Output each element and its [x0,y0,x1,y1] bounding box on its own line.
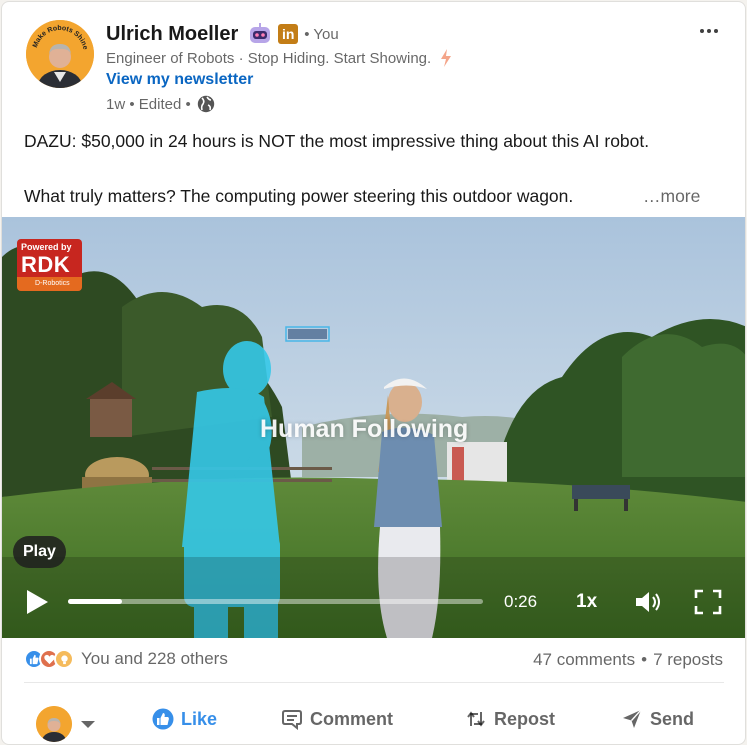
repost-label: Repost [494,708,556,729]
send-button[interactable]: Send [621,708,694,730]
more-options-icon[interactable] [694,16,724,46]
feed-post-card: Make Robots Shine Ulrich Moeller in • Yo… [1,1,746,745]
comment-button[interactable]: Comment [281,708,393,730]
caret-down-icon[interactable] [80,717,96,728]
globe-icon [197,95,215,113]
play-tooltip: Play [13,536,66,568]
linkedin-badge-icon: in [278,24,299,44]
play-icon[interactable] [24,588,50,616]
author-headline: Engineer of Robots · Stop Hiding. Start … [106,49,453,67]
comment-icon [282,710,302,730]
fullscreen-icon[interactable] [694,589,722,615]
bolt-icon [439,49,453,67]
post-action-bar: Like Comment Repost Send [2,698,745,744]
you-label: • You [304,25,339,43]
thumbs-up-icon [152,708,174,730]
repost-icon [467,711,485,727]
rdk-brand: RDK [21,252,71,277]
reactions-label[interactable]: You and 228 others [81,649,228,669]
reactions-summary[interactable]: You and 228 others [24,649,228,669]
engagement-counts: 47 comments • 7 reposts [533,650,723,670]
reposts-count[interactable]: 7 reposts [653,650,723,670]
rdk-logo-badge: Powered by RDK D-Robotics [17,239,82,291]
counts-separator: • [641,650,648,669]
insightful-reaction-icon [54,649,74,669]
rdk-subtitle: D-Robotics [17,277,82,291]
post-meta: 1w • Edited • [106,95,215,113]
author-name-row: Ulrich Moeller in • You [106,20,339,48]
post-text-line1: DAZU: $50,000 in 24 hours is NOT the mos… [24,131,650,151]
see-more-link[interactable]: …more [643,183,700,209]
like-button[interactable]: Like [152,708,217,730]
divider [24,682,724,683]
send-icon [623,709,642,728]
comment-label: Comment [310,708,394,729]
author-avatar[interactable]: Make Robots Shine [26,20,94,88]
headline-text: Engineer of Robots · Stop Hiding. Start … [106,49,432,67]
author-name[interactable]: Ulrich Moeller [106,23,238,46]
video-caption-overlay: Human Following [260,415,469,443]
view-newsletter-link[interactable]: View my newsletter [106,71,253,89]
video-progress-bar[interactable] [68,599,483,604]
volume-icon[interactable] [634,589,664,615]
robot-badge-icon [248,22,272,46]
playback-speed-button[interactable]: 1x [576,591,597,613]
post-text-line2: What truly matters? The computing power … [24,186,574,206]
repost-button[interactable]: Repost [465,708,555,730]
send-label: Send [650,708,695,729]
post-meta-text: 1w • Edited • [106,95,191,113]
video-player[interactable]: Powered by RDK D-Robotics Human Followin… [2,217,745,638]
comments-count[interactable]: 47 comments [533,650,635,670]
reaction-actor-avatar[interactable] [36,706,72,742]
rdk-powered-by: Powered by [21,242,72,252]
video-progress-fill [68,599,122,604]
like-label: Like [181,708,218,729]
video-time: 0:26 [504,592,538,611]
